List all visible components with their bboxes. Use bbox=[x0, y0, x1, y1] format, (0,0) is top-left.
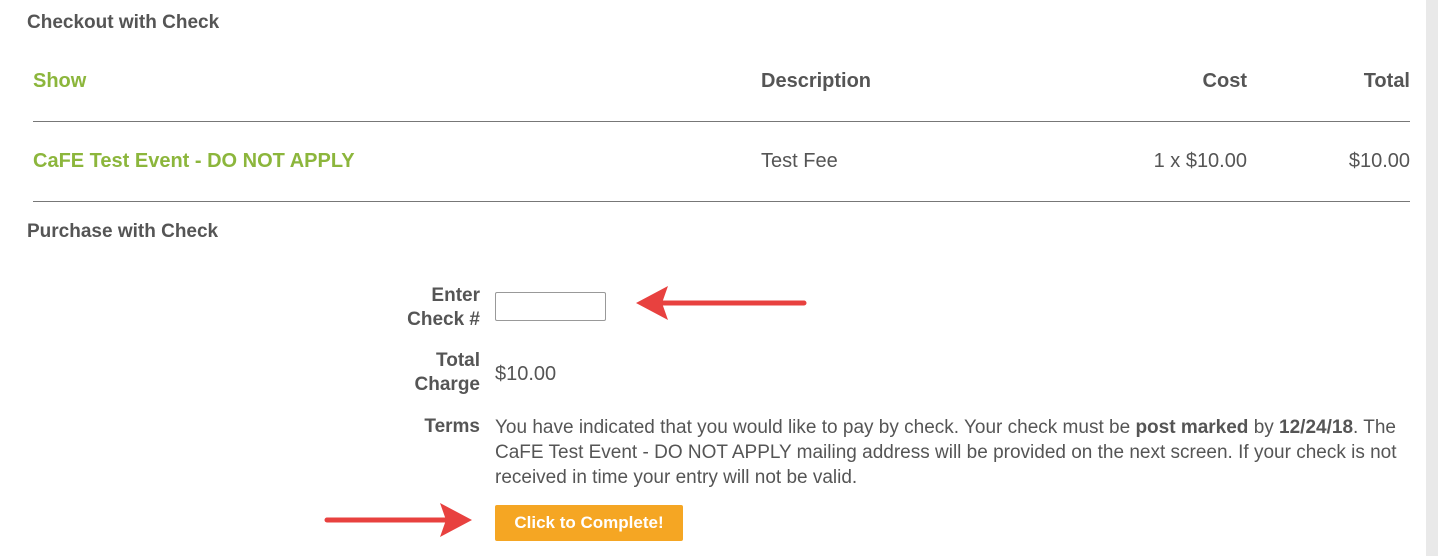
cost-value: 1 x $10.00 bbox=[1153, 150, 1247, 172]
column-cost: Cost bbox=[1202, 70, 1247, 92]
terms-text-part: by bbox=[1248, 417, 1280, 438]
check-number-label: Enter Check # bbox=[407, 284, 480, 332]
terms-text-part: You have indicated that you would like t… bbox=[495, 417, 1136, 438]
column-total: Total bbox=[1363, 70, 1410, 92]
column-show: Show bbox=[33, 70, 87, 92]
total-value: $10.00 bbox=[1348, 150, 1410, 172]
check-number-input[interactable] bbox=[495, 292, 606, 321]
table-header: Show Description Cost Total bbox=[33, 62, 1410, 102]
charge-label-line2: Charge bbox=[414, 374, 480, 395]
terms-text: You have indicated that you would like t… bbox=[495, 415, 1400, 490]
check-label-line1: Enter bbox=[431, 285, 480, 306]
checkout-page: Checkout with Check Show Description Cos… bbox=[0, 0, 1438, 556]
terms-postmark-emphasis: post marked bbox=[1135, 417, 1249, 438]
table-row: CaFE Test Event - DO NOT APPLY Test Fee … bbox=[33, 142, 1410, 182]
terms-label: Terms bbox=[424, 416, 480, 437]
terms-deadline-date: 12/24/18 bbox=[1279, 417, 1354, 438]
table-divider bbox=[33, 201, 1410, 202]
column-description: Description bbox=[761, 70, 872, 92]
table-divider bbox=[33, 121, 1410, 122]
complete-button[interactable]: Click to Complete! bbox=[495, 505, 683, 541]
check-label-line2: Check # bbox=[407, 309, 480, 330]
annotation-arrow-icon bbox=[636, 286, 807, 320]
checkout-heading: Checkout with Check bbox=[27, 12, 220, 33]
annotation-arrow-icon bbox=[324, 503, 472, 537]
show-name: CaFE Test Event - DO NOT APPLY bbox=[33, 150, 355, 172]
total-charge-label: Total Charge bbox=[415, 349, 480, 397]
total-charge-value: $10.00 bbox=[495, 363, 557, 385]
charge-label-line1: Total bbox=[436, 350, 480, 371]
purchase-heading: Purchase with Check bbox=[27, 221, 219, 242]
description-value: Test Fee bbox=[761, 150, 838, 172]
